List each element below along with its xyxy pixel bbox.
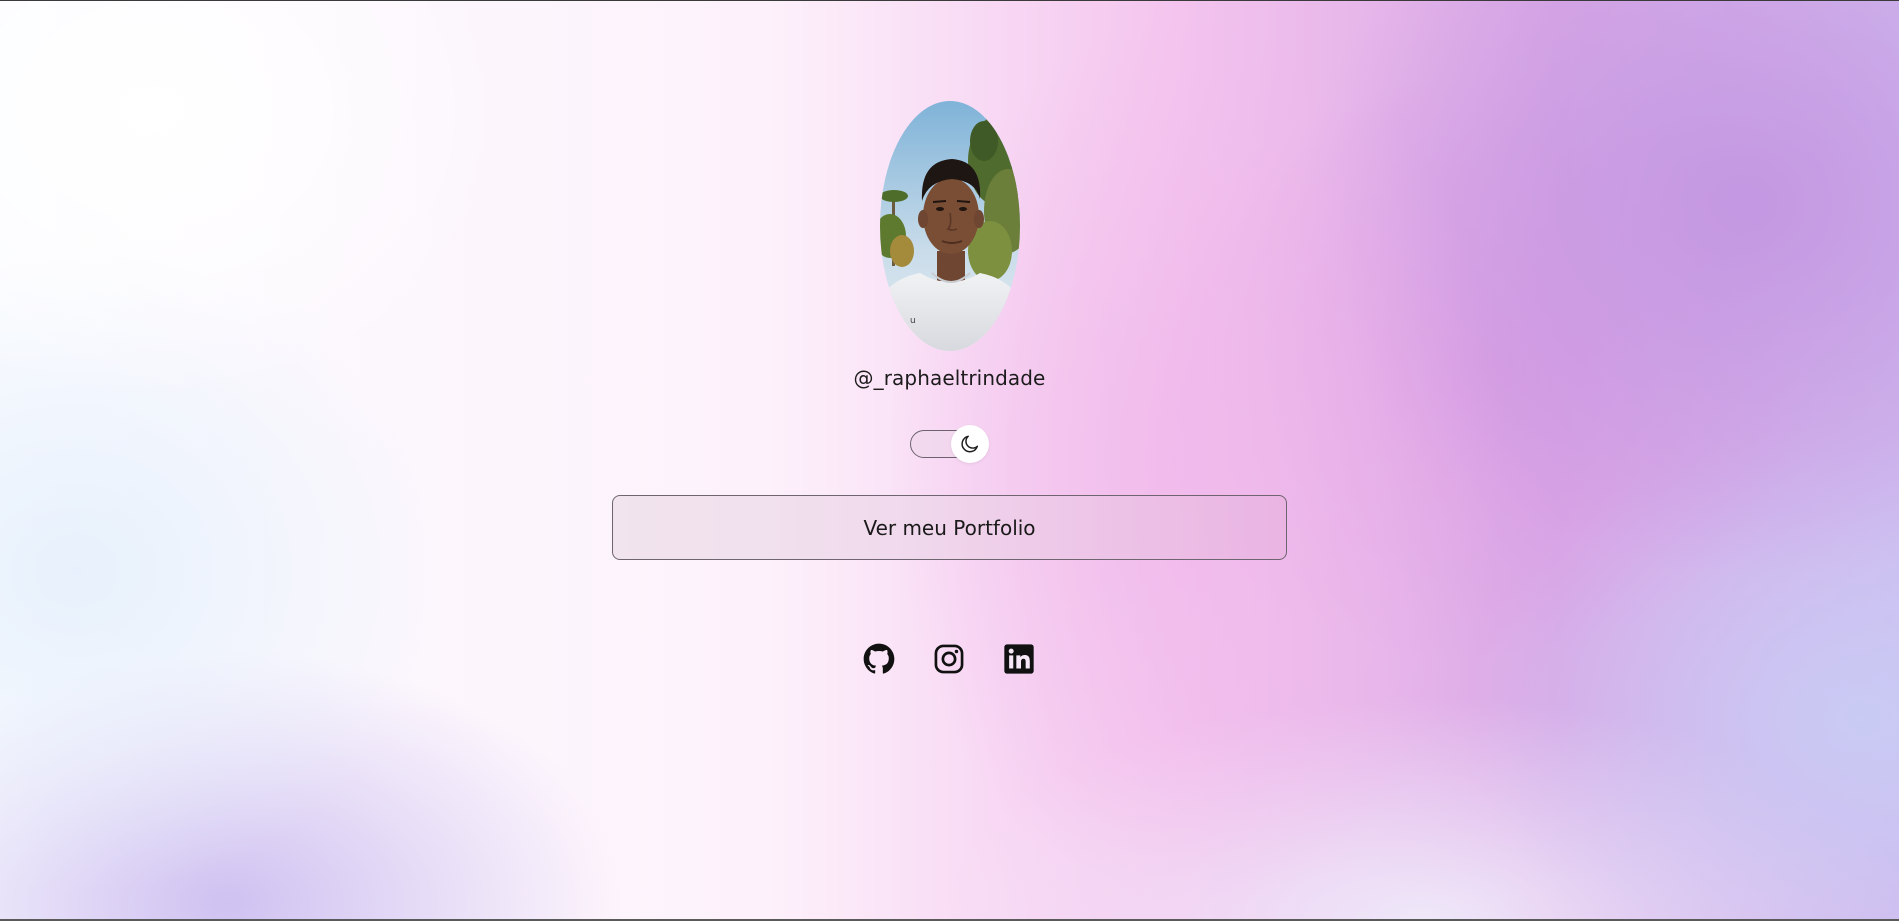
profile-photo: u [880, 101, 1020, 351]
portfolio-button[interactable]: Ver meu Portfolio [612, 495, 1287, 560]
moon-icon [961, 435, 979, 453]
window-top-border [0, 0, 1899, 1]
instagram-icon [934, 644, 963, 673]
linkedin-icon [1003, 643, 1034, 674]
svg-text:u: u [910, 316, 916, 326]
social-links [862, 642, 1035, 676]
toggle-knob[interactable] [951, 425, 989, 463]
instagram-link[interactable] [932, 642, 965, 675]
username-label: @_raphaeltrindade [853, 366, 1046, 390]
github-link[interactable] [862, 642, 895, 675]
github-icon [863, 643, 894, 674]
theme-toggle[interactable] [910, 425, 989, 463]
linkedin-link[interactable] [1002, 642, 1035, 675]
